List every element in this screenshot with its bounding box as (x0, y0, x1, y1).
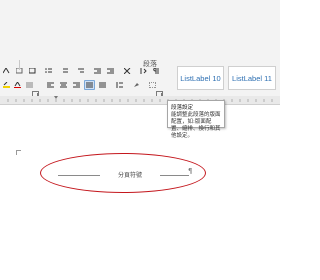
horizontal-ruler[interactable] (0, 96, 280, 105)
numbering-button[interactable] (59, 66, 70, 76)
ribbon: 段落 ListLabel 10 ListLabel 11 (0, 0, 280, 98)
align-right-button[interactable] (71, 80, 82, 90)
borders-button[interactable] (147, 80, 158, 90)
text-highlight-button[interactable] (1, 80, 12, 90)
font-effects-button[interactable] (1, 66, 12, 76)
distributed-button[interactable] (97, 80, 108, 90)
align-left-button[interactable] (45, 80, 56, 90)
character-shading-button[interactable] (24, 80, 35, 90)
justify-button[interactable] (84, 80, 95, 90)
highlight-ellipse (40, 153, 206, 193)
tooltip-description: 能調整此段落的版面配置，如:版面配置、縮排、換行和其他設定。 (171, 112, 221, 139)
increase-indent-button[interactable] (105, 66, 116, 76)
group-divider (19, 60, 20, 70)
tooltip-title: 段落設定 (171, 105, 194, 111)
decrease-indent-button[interactable] (92, 66, 103, 76)
paragraph-group-label: 段落 (143, 60, 157, 68)
font-color-button[interactable] (12, 80, 23, 90)
style-listlabel-11[interactable]: ListLabel 11 (228, 66, 276, 90)
line-spacing-button[interactable] (114, 80, 125, 90)
shading-button[interactable] (131, 80, 142, 90)
bullets-button[interactable] (43, 66, 54, 76)
page-corner-mark (16, 150, 21, 155)
multilevel-list-button[interactable] (75, 66, 86, 76)
character-border-button[interactable] (27, 66, 38, 76)
paragraph-settings-tooltip: 段落設定 能調整此段落的版面配置，如:版面配置、縮排、換行和其他設定。 (167, 100, 225, 139)
style-listlabel-10[interactable]: ListLabel 10 (177, 66, 224, 90)
align-center-button[interactable] (58, 80, 69, 90)
indent-marker-icon (54, 96, 58, 99)
